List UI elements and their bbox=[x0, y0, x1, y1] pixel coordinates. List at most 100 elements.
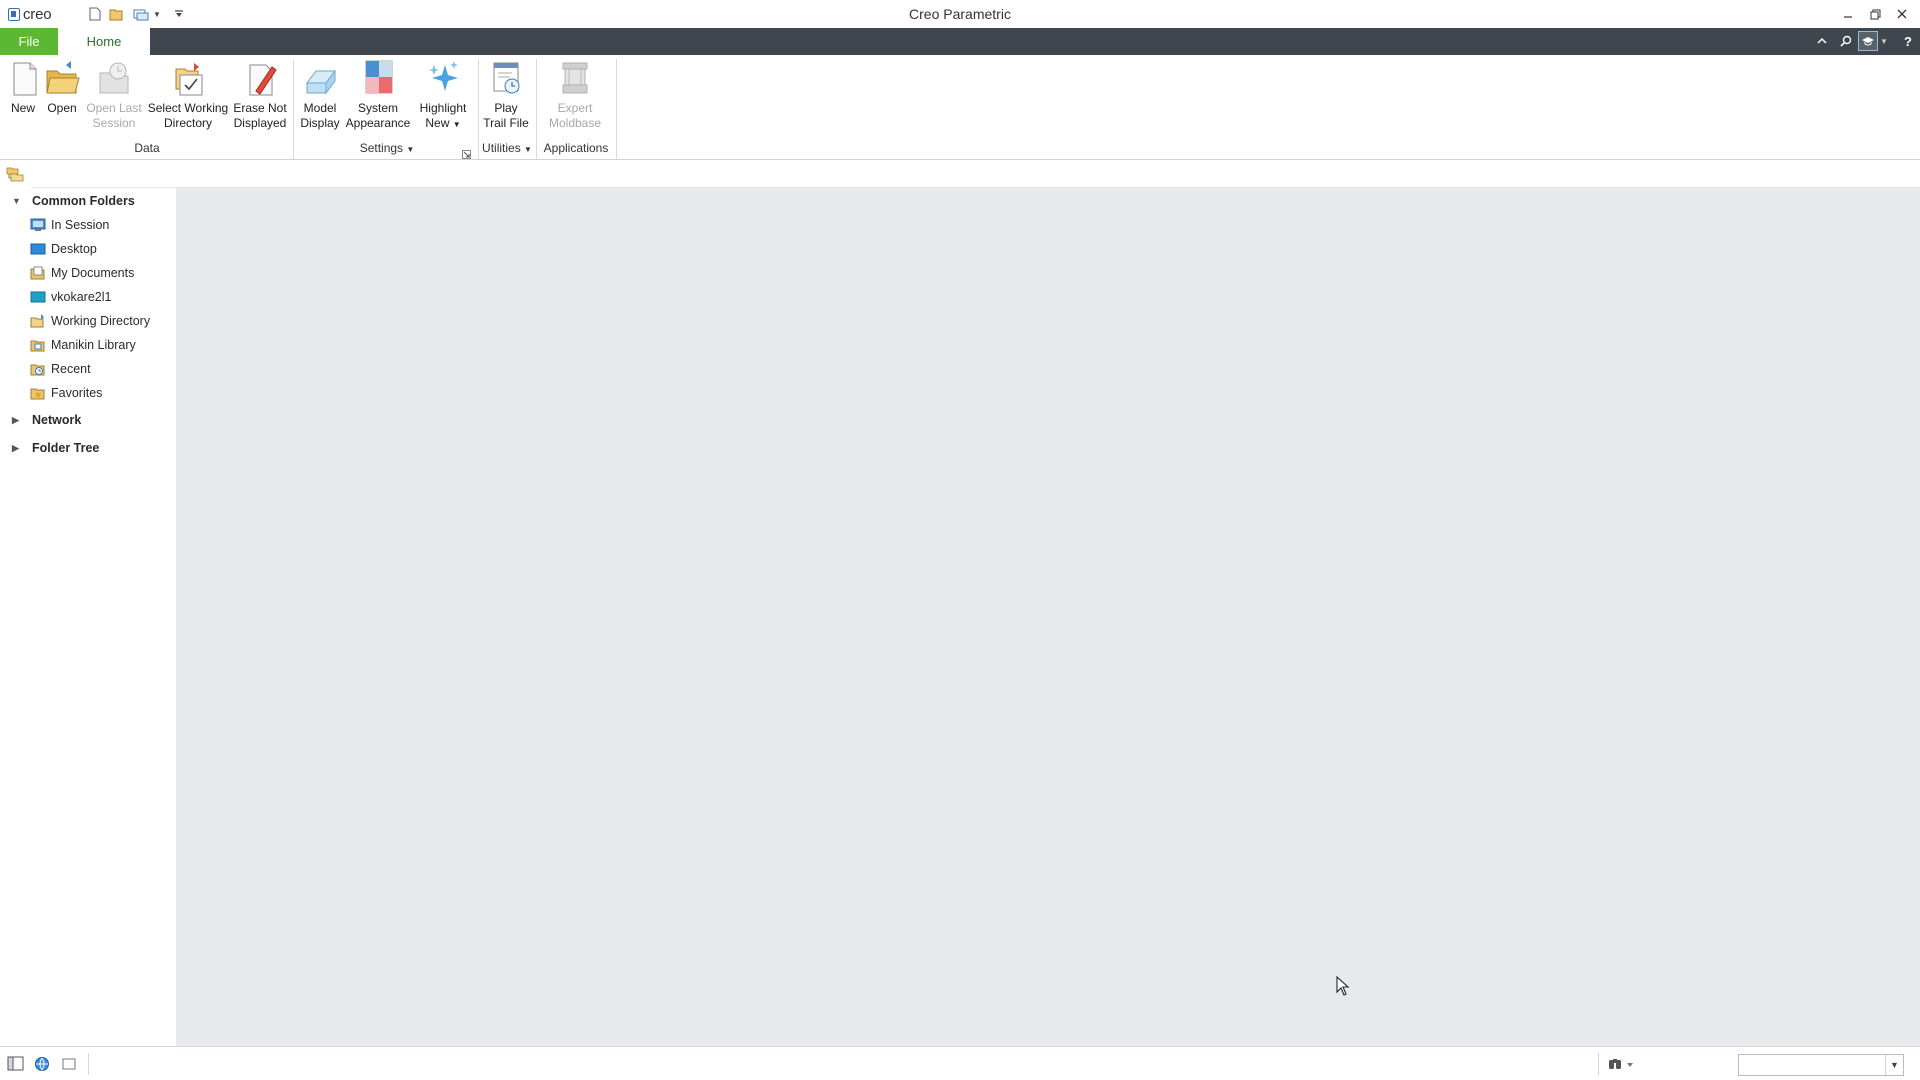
group-separator bbox=[478, 59, 479, 159]
collapse-ribbon-icon[interactable] bbox=[1812, 31, 1832, 51]
learning-connector-icon[interactable] bbox=[1858, 31, 1878, 51]
customize-toolbar-icon[interactable] bbox=[172, 5, 186, 23]
working-directory-icon bbox=[30, 314, 46, 328]
settings-group-label[interactable]: Settings ▼ bbox=[298, 141, 476, 155]
open-folder-icon bbox=[44, 59, 80, 99]
status-separator bbox=[1598, 1053, 1599, 1075]
tab-file[interactable]: File bbox=[0, 28, 58, 55]
tree-section-folder-tree[interactable]: ▶ Folder Tree bbox=[0, 438, 99, 458]
status-separator bbox=[88, 1053, 89, 1075]
tree-item-in-session[interactable]: In Session bbox=[30, 215, 109, 235]
group-separator bbox=[616, 59, 617, 159]
play-trail-file-button[interactable]: Play Trail File bbox=[482, 59, 530, 139]
tab-home[interactable]: Home bbox=[58, 28, 150, 55]
highlight-new-label-2-text: New bbox=[425, 116, 450, 130]
in-session-icon bbox=[30, 218, 46, 232]
tree-section-common-folders[interactable]: ▼ Common Folders bbox=[0, 191, 135, 211]
model-display-icon bbox=[302, 59, 338, 99]
learning-dropdown-icon[interactable]: ▼ bbox=[1878, 31, 1890, 51]
quick-new-icon[interactable] bbox=[86, 5, 104, 23]
restore-icon bbox=[1870, 9, 1880, 19]
tree-item-desktop[interactable]: Desktop bbox=[30, 239, 97, 259]
system-appearance-icon bbox=[360, 59, 396, 99]
model-display-button[interactable]: Model Display bbox=[298, 59, 342, 139]
close-button[interactable] bbox=[1889, 2, 1915, 26]
selection-filter-dropdown[interactable]: ▼ bbox=[1738, 1054, 1904, 1076]
creo-logo-icon bbox=[8, 7, 20, 21]
minimize-icon bbox=[1844, 16, 1852, 18]
show-browser-icon[interactable] bbox=[33, 1055, 51, 1073]
show-navigator-icon[interactable] bbox=[7, 1055, 25, 1073]
chevron-down-icon[interactable]: ▼ bbox=[1885, 1055, 1903, 1075]
desktop-icon bbox=[30, 242, 46, 256]
tree-item-label: Favorites bbox=[51, 386, 103, 400]
navigator-tab-strip bbox=[0, 160, 1920, 188]
minimize-button[interactable] bbox=[1835, 2, 1861, 26]
full-screen-icon[interactable] bbox=[60, 1055, 78, 1073]
expert-moldbase-label-2: Moldbase bbox=[548, 116, 602, 130]
open-button[interactable]: Open bbox=[42, 59, 82, 139]
restore-button[interactable] bbox=[1862, 2, 1888, 26]
collapsed-triangle-icon[interactable]: ▶ bbox=[12, 443, 26, 454]
tree-item-my-documents[interactable]: My Documents bbox=[30, 263, 134, 283]
open-last-session-icon bbox=[96, 59, 132, 99]
search-icon[interactable] bbox=[1836, 31, 1856, 51]
highlight-new-dropdown-icon[interactable]: ▼ bbox=[453, 120, 461, 129]
select-working-directory-icon bbox=[170, 59, 206, 99]
expert-moldbase-icon bbox=[557, 59, 593, 99]
tree-item-manikin-library[interactable]: Manikin Library bbox=[30, 335, 136, 355]
tree-section-network[interactable]: ▶ Network bbox=[0, 410, 81, 430]
folder-browser-tab-icon[interactable] bbox=[6, 166, 24, 182]
open-last-session-label-2: Session bbox=[92, 116, 136, 130]
tree-item-favorites[interactable]: Favorites bbox=[30, 383, 102, 403]
network-label: Network bbox=[32, 413, 82, 427]
system-appearance-button[interactable]: System Appearance bbox=[344, 59, 412, 139]
utilities-dropdown-icon[interactable]: ▼ bbox=[524, 145, 532, 154]
quick-windows-dropdown-icon[interactable]: ▼ bbox=[152, 5, 162, 23]
new-file-icon bbox=[6, 59, 42, 99]
group-separator bbox=[536, 59, 537, 159]
applications-group-label: Applications bbox=[543, 141, 609, 155]
tree-item-working-directory[interactable]: Working Directory bbox=[30, 311, 150, 331]
graphics-area[interactable] bbox=[176, 188, 1920, 1046]
settings-dropdown-icon[interactable]: ▼ bbox=[406, 145, 414, 154]
highlight-new-button[interactable]: Highlight New ▼ bbox=[414, 59, 472, 139]
tree-item-label: My Documents bbox=[51, 266, 135, 280]
folder-tree-label: Folder Tree bbox=[32, 441, 100, 455]
title-bar: creo ▼ Creo Parametric bbox=[0, 0, 1920, 28]
settings-dialog-launcher-icon[interactable] bbox=[462, 147, 472, 159]
expert-moldbase-button[interactable]: Expert Moldbase bbox=[540, 59, 610, 139]
erase-not-displayed-button[interactable]: Erase Not Displayed bbox=[232, 59, 288, 139]
creo-logo-text: creo bbox=[23, 5, 52, 23]
highlight-new-label-2: New ▼ bbox=[414, 116, 472, 132]
tree-item-label: Working Directory bbox=[51, 314, 151, 328]
utilities-group-label-text: Utilities bbox=[482, 141, 521, 155]
common-folders-label: Common Folders bbox=[32, 194, 135, 208]
quick-windows-icon[interactable] bbox=[132, 5, 150, 23]
play-trail-file-label-2: Trail File bbox=[483, 116, 529, 130]
select-working-directory-label-2: Directory bbox=[163, 116, 212, 130]
manikin-library-icon bbox=[30, 338, 46, 352]
new-button[interactable]: New bbox=[6, 59, 40, 139]
erase-not-displayed-label-1: Erase Not bbox=[233, 101, 287, 115]
quick-open-icon[interactable] bbox=[108, 5, 126, 23]
tree-item-recent[interactable]: Recent bbox=[30, 359, 91, 379]
utilities-group-label[interactable]: Utilities ▼ bbox=[480, 141, 534, 155]
expanded-triangle-icon[interactable]: ▼ bbox=[12, 196, 26, 206]
open-last-session-button[interactable]: Open Last Session bbox=[84, 59, 144, 139]
collapsed-triangle-icon[interactable]: ▶ bbox=[12, 415, 26, 426]
find-icon[interactable] bbox=[1607, 1055, 1637, 1073]
tree-item-label: vkokare2l1 bbox=[51, 290, 112, 304]
help-icon[interactable]: ? bbox=[1898, 31, 1918, 51]
tree-item-vkokare2l1[interactable]: vkokare2l1 bbox=[30, 287, 111, 307]
select-working-directory-button[interactable]: Select Working Directory bbox=[146, 59, 230, 139]
expert-moldbase-label-1: Expert bbox=[557, 101, 593, 115]
ribbon-tab-bar: File Home ▼ ? bbox=[0, 28, 1920, 55]
model-display-label-2: Display bbox=[300, 116, 340, 130]
model-display-label-1: Model bbox=[303, 101, 337, 115]
creo-logo: creo bbox=[8, 5, 52, 23]
group-separator bbox=[293, 59, 294, 159]
my-documents-icon bbox=[30, 266, 46, 280]
data-group-label: Data bbox=[134, 141, 160, 155]
open-last-session-label-1: Open Last bbox=[86, 101, 142, 115]
